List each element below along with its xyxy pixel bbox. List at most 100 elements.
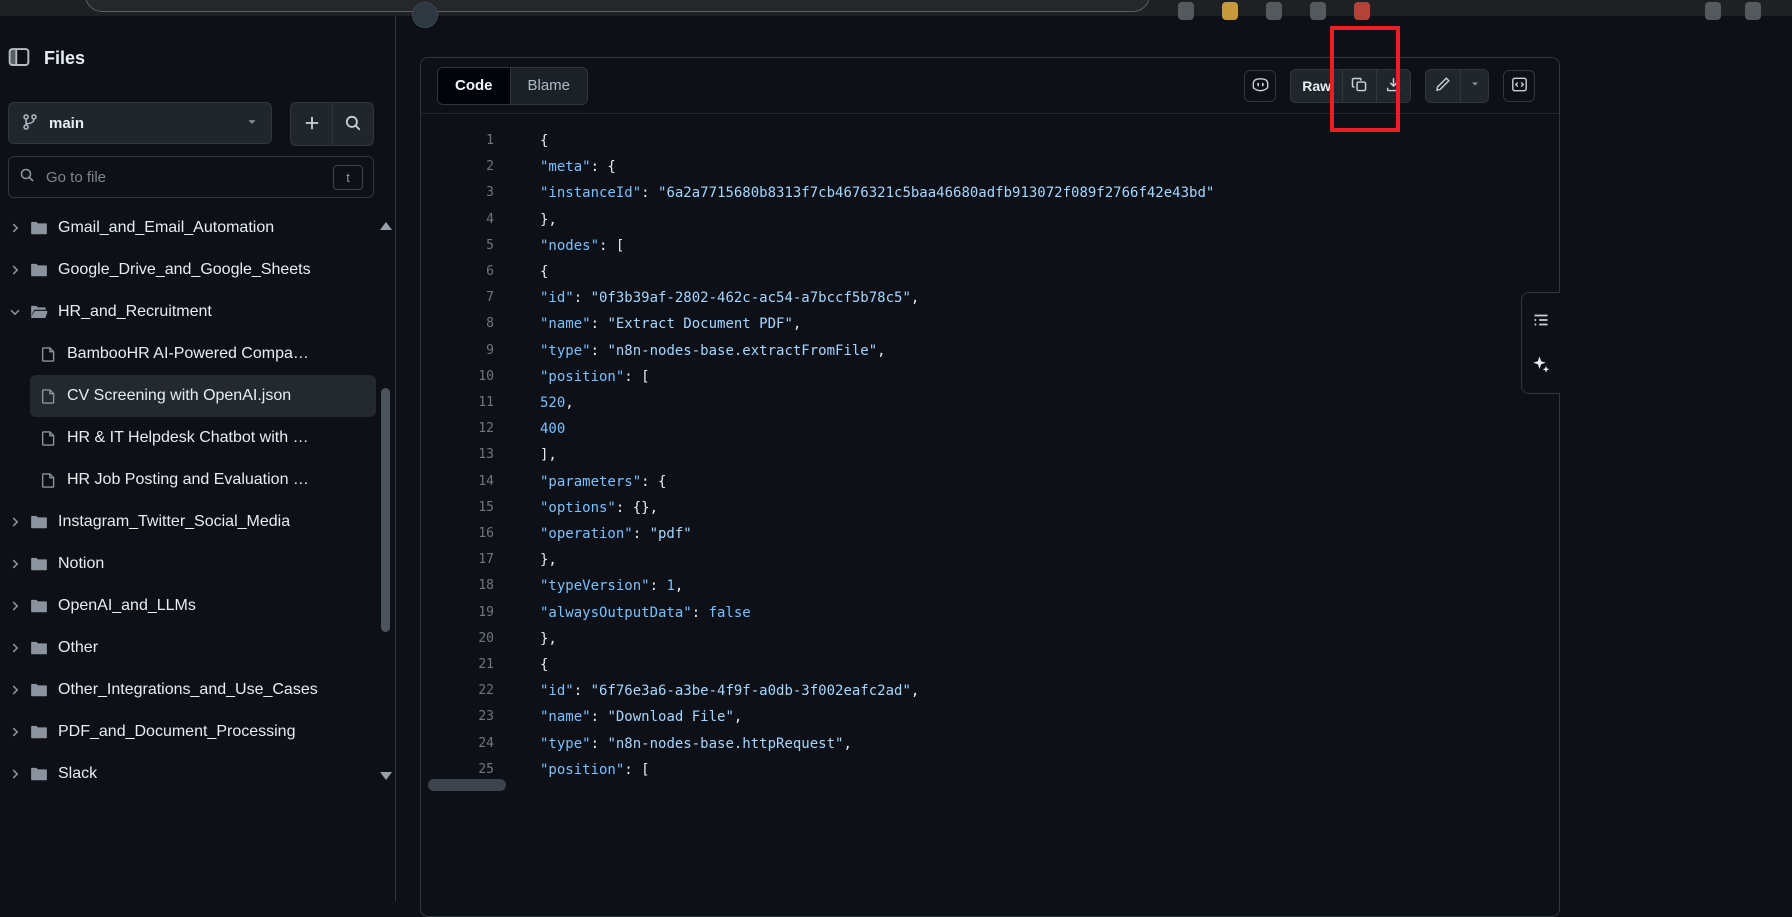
sidebar-scrollbar-thumb[interactable] [381,388,390,632]
collapse-sidebar-button[interactable] [8,46,30,71]
tree-item-other[interactable]: Other [4,627,376,669]
line-number[interactable]: 13 [421,442,494,468]
tree-item-google-drive-and-google-sheets[interactable]: Google_Drive_and_Google_Sheets [4,249,376,291]
chevron-right-icon[interactable] [8,263,22,277]
copilot-icon [1251,75,1270,97]
line-number[interactable]: 18 [421,573,494,599]
browser-extension-icon[interactable] [1222,2,1238,20]
line-number[interactable]: 12 [421,416,494,442]
tree-item-gmail-and-email-automation[interactable]: Gmail_and_Email_Automation [4,207,376,249]
tree-actions [290,102,374,146]
tab-blame[interactable]: Blame [510,68,588,104]
tree-item-pdf-and-document-processing[interactable]: PDF_and_Document_Processing [4,711,376,753]
browser-extension-icon[interactable] [1745,2,1761,20]
tree-item-instagram-twitter-social-media[interactable]: Instagram_Twitter_Social_Media [4,501,376,543]
line-number[interactable]: 5 [421,233,494,259]
goto-file-input[interactable] [44,168,333,187]
chevron-right-icon[interactable] [8,683,22,697]
code-text: ], [494,442,557,468]
chevron-right-icon[interactable] [8,767,22,781]
line-number[interactable]: 15 [421,495,494,521]
search-tree-button[interactable] [332,103,373,145]
tree-item-label: CV Screening with OpenAI.json [67,387,291,405]
tree-item-other-integrations-and-use-cases[interactable]: Other_Integrations_and_Use_Cases [4,669,376,711]
code-text: "type": "n8n-nodes-base.httpRequest", [494,731,852,757]
tree-item-hr-job-posting-and-evaluation[interactable]: HR Job Posting and Evaluation … [30,459,376,501]
line-number[interactable]: 7 [421,285,494,311]
line-number[interactable]: 17 [421,547,494,573]
line-number[interactable]: 24 [421,731,494,757]
line-number[interactable]: 10 [421,364,494,390]
code-listing: 1{2"meta": {3"instanceId": "6a2a7715680b… [421,114,1559,783]
side-panel-toggles [1521,292,1560,394]
tree-item-notion[interactable]: Notion [4,543,376,585]
folder-icon [30,765,48,783]
tree-item-hr-and-recruitment[interactable]: HR_and_Recruitment [4,291,376,333]
outline-toggle-button[interactable] [1525,305,1557,337]
code-horizontal-scrollbar-thumb[interactable] [428,779,506,791]
line-number[interactable]: 2 [421,154,494,180]
line-number[interactable]: 11 [421,390,494,416]
folder-icon [30,597,48,615]
download-button[interactable] [1376,70,1410,102]
tree-item-bamboohr-ai-powered-compa[interactable]: BambooHR AI-Powered Compa… [30,333,376,375]
code-text: "alwaysOutputData": false [494,600,751,626]
browser-extension-icon[interactable] [1705,2,1721,20]
browser-extension-icon[interactable] [1178,2,1194,20]
tree-item-label: HR & IT Helpdesk Chatbot with … [67,429,309,447]
line-number[interactable]: 9 [421,338,494,364]
line-number[interactable]: 20 [421,626,494,652]
folder-open-icon [30,303,48,321]
line-number[interactable]: 6 [421,259,494,285]
tree-item-slack[interactable]: Slack [4,753,376,795]
line-number[interactable]: 4 [421,207,494,233]
scroll-down-icon[interactable] [380,772,392,780]
chevron-down-icon[interactable] [8,305,22,319]
line-number[interactable]: 14 [421,469,494,495]
tree-item-openai-and-llms[interactable]: OpenAI_and_LLMs [4,585,376,627]
code-line: 15"options": {}, [421,495,1559,521]
line-number[interactable]: 19 [421,600,494,626]
code-text: "instanceId": "6a2a7715680b8313f7cb46763… [494,180,1214,206]
chevron-right-icon[interactable] [8,515,22,529]
copy-button[interactable] [1342,70,1376,102]
symbols-panel-button[interactable] [1503,70,1535,102]
chevron-right-icon[interactable] [8,641,22,655]
chevron-right-icon[interactable] [8,557,22,571]
tab-code[interactable]: Code [438,68,510,104]
code-text: "id": "0f3b39af-2802-462c-ac54-a7bccf5b7… [494,285,919,311]
edit-button[interactable] [1426,70,1460,102]
line-number[interactable]: 21 [421,652,494,678]
tree-item-hr-it-helpdesk-chatbot-with[interactable]: HR & IT Helpdesk Chatbot with … [30,417,376,459]
branch-row: main [8,102,374,146]
line-number[interactable]: 1 [421,128,494,154]
code-text: }, [494,207,557,233]
chevron-right-icon[interactable] [8,221,22,235]
code-line: 8"name": "Extract Document PDF", [421,311,1559,337]
code-line: 9"type": "n8n-nodes-base.extractFromFile… [421,338,1559,364]
code-line: 23"name": "Download File", [421,704,1559,730]
line-number[interactable]: 16 [421,521,494,547]
line-number[interactable]: 8 [421,311,494,337]
line-number[interactable]: 23 [421,704,494,730]
add-file-button[interactable] [291,103,332,145]
line-number[interactable]: 3 [421,180,494,206]
browser-extension-icon[interactable] [1266,2,1282,20]
scroll-up-icon[interactable] [380,222,392,230]
chevron-right-icon[interactable] [8,725,22,739]
raw-button[interactable]: Raw [1291,70,1342,102]
edit-dropdown-button[interactable] [1460,70,1488,102]
tree-item-cv-screening-with-openai-json[interactable]: CV Screening with OpenAI.json [30,375,376,417]
tree-item-label: Gmail_and_Email_Automation [58,219,274,237]
browser-extension-icon[interactable] [1354,2,1370,20]
browser-extension-icon[interactable] [1310,2,1326,20]
browser-address-bar[interactable] [85,0,1150,12]
chevron-right-icon[interactable] [8,599,22,613]
code-text: "name": "Extract Document PDF", [494,311,801,337]
branch-selector[interactable]: main [8,102,272,144]
folder-icon [30,555,48,573]
copilot-sparkle-button[interactable] [1525,349,1557,381]
line-number[interactable]: 22 [421,678,494,704]
copilot-button[interactable] [1244,70,1276,102]
search-icon [19,167,35,188]
